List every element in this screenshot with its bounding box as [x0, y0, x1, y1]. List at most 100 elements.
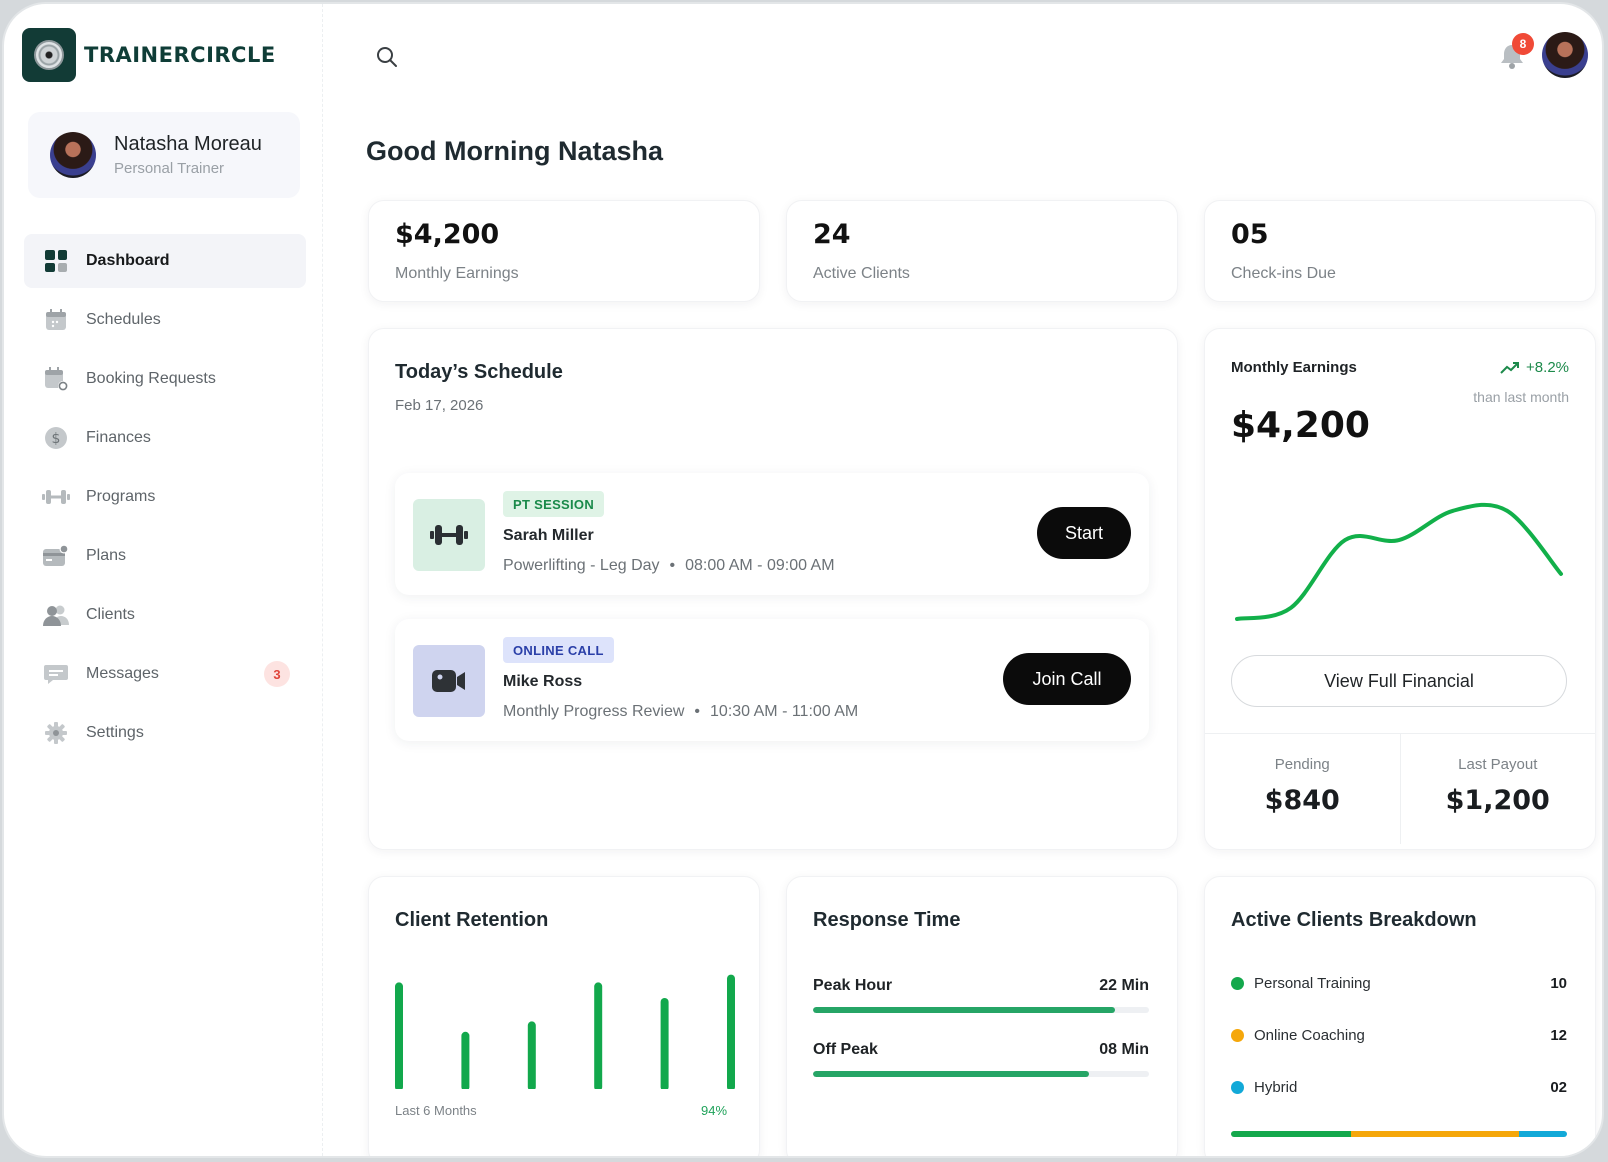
card-icon	[42, 542, 70, 570]
dollar-icon: $	[42, 424, 70, 452]
notification-badge: 8	[1512, 33, 1534, 55]
sidebar-item-settings[interactable]: Settings	[24, 706, 306, 760]
user-avatar[interactable]	[1542, 32, 1588, 78]
weight-plate-icon	[34, 40, 64, 70]
search-icon[interactable]	[376, 46, 398, 68]
response-progress	[813, 1007, 1149, 1013]
sidebar-item-label: Messages	[86, 665, 159, 682]
payout-value: $1,200	[1445, 785, 1550, 816]
last-payout-summary: Last Payout $1,200	[1399, 734, 1596, 844]
sidebar-item-label: Booking Requests	[86, 370, 216, 387]
session-item: PT SESSION Sarah Miller Powerlifting - L…	[395, 473, 1149, 595]
sidebar-item-label: Finances	[86, 429, 151, 446]
retention-title: Client Retention	[395, 909, 549, 931]
pending-summary: Pending $840	[1205, 734, 1400, 844]
response-label: Off Peak	[813, 1041, 878, 1058]
sidebar-item-label: Clients	[86, 606, 135, 623]
brand-logo[interactable]: TRAINERCIRCLE	[22, 28, 276, 82]
trend-up-icon	[1500, 361, 1520, 374]
schedule-card: Today’s Schedule Feb 17, 2026 PT SESSION…	[368, 328, 1178, 850]
earnings-value: $4,200	[1231, 405, 1370, 446]
breakdown-label: Online Coaching	[1254, 1027, 1365, 1044]
breakdown-segment	[1231, 1131, 1351, 1137]
profile-name: Natasha Moreau	[114, 133, 262, 155]
sidebar-item-label: Programs	[86, 488, 156, 505]
breakdown-label: Personal Training	[1254, 975, 1371, 992]
sidebar: TRAINERCIRCLE Natasha Moreau Personal Tr…	[4, 4, 323, 1156]
legend-dot	[1231, 1029, 1244, 1042]
sidebar-item-programs[interactable]: Programs	[24, 470, 306, 524]
dashboard-icon	[42, 247, 70, 275]
response-progress-fill	[813, 1007, 1116, 1013]
session-time: 10:30 AM - 11:00 AM	[710, 703, 859, 720]
legend-dot	[1231, 977, 1244, 990]
earnings-breakdown: Pending $840 Last Payout $1,200	[1205, 733, 1595, 844]
sidebar-item-finances[interactable]: $ Finances	[24, 411, 306, 465]
page-title: Good Morning Natasha	[366, 136, 663, 166]
breakdown-stacked-bar	[1231, 1131, 1567, 1137]
earnings-card: Monthly Earnings +8.2% than last month $…	[1204, 328, 1596, 850]
stat-label: Check-ins Due	[1231, 265, 1336, 282]
stat-value: 24	[813, 219, 851, 250]
response-value: 22 Min	[1099, 977, 1149, 994]
session-type-badge: ONLINE CALL	[503, 637, 614, 663]
session-type-badge: PT SESSION	[503, 491, 605, 517]
unread-badge: 3	[264, 661, 290, 687]
sidebar-item-schedules[interactable]: Schedules	[24, 293, 306, 347]
breakdown-title: Active Clients Breakdown	[1231, 909, 1477, 931]
sidebar-nav: Dashboard Schedules Booking Requests $ F…	[24, 234, 306, 765]
calendar-icon	[42, 306, 70, 334]
view-full-financial-button[interactable]: View Full Financial	[1231, 655, 1567, 707]
avatar	[50, 132, 96, 178]
session-item: ONLINE CALL Mike Ross Monthly Progress R…	[395, 619, 1149, 741]
message-icon	[42, 660, 70, 688]
response-label: Peak Hour	[813, 977, 893, 994]
breakdown-card: Active Clients Breakdown Personal Traini…	[1204, 876, 1596, 1156]
sidebar-item-clients[interactable]: Clients	[24, 588, 306, 642]
session-meta: Powerlifting - Leg Day • 08:00 AM - 09:00 …	[503, 557, 835, 574]
join-call-button[interactable]: Join Call	[1003, 653, 1131, 705]
breakdown-value: 10	[1550, 975, 1567, 992]
response-value: 08 Min	[1099, 1041, 1149, 1058]
sidebar-item-plans[interactable]: Plans	[24, 529, 306, 583]
schedule-title: Today’s Schedule	[395, 361, 563, 383]
session-client: Mike Ross	[503, 673, 583, 690]
retention-card: Client Retention Last 6 Months 94%	[368, 876, 760, 1156]
breakdown-value: 12	[1550, 1027, 1567, 1044]
earnings-title: Monthly Earnings	[1231, 359, 1357, 376]
session-client: Sarah Miller	[503, 527, 594, 544]
breakdown-label: Hybrid	[1254, 1079, 1298, 1096]
profile-role: Personal Trainer	[114, 160, 225, 177]
retention-bar-chart	[395, 974, 735, 1089]
users-icon	[42, 601, 70, 629]
response-row-peak: Peak Hour 22 Min	[813, 977, 1149, 1013]
svg-text:$: $	[52, 431, 61, 447]
earnings-series-line	[1235, 502, 1563, 621]
change-note: than last month	[1473, 389, 1569, 405]
response-progress-fill	[813, 1071, 1089, 1077]
app-window: TRAINERCIRCLE Natasha Moreau Personal Tr…	[2, 2, 1604, 1158]
sidebar-item-label: Plans	[86, 547, 127, 564]
sidebar-item-booking-requests[interactable]: Booking Requests	[24, 352, 306, 406]
retention-period: Last 6 Months	[395, 1103, 477, 1118]
sidebar-item-messages[interactable]: Messages 3	[24, 647, 306, 701]
sidebar-item-dashboard[interactable]: Dashboard	[24, 234, 306, 288]
video-camera-icon	[413, 645, 485, 717]
profile-card[interactable]: Natasha Moreau Personal Trainer	[28, 112, 300, 198]
change-value: +8.2%	[1526, 359, 1569, 376]
stat-value: 05	[1231, 219, 1269, 250]
breakdown-segment	[1350, 1131, 1519, 1137]
response-card: Response Time Peak Hour 22 Min Off Peak 08…	[786, 876, 1178, 1156]
gear-icon	[42, 719, 70, 747]
sidebar-item-label: Schedules	[86, 311, 161, 328]
earnings-line-chart	[1235, 502, 1563, 621]
brand-name: TRAINERCIRCLE	[84, 43, 276, 67]
legend-dot	[1231, 1081, 1244, 1094]
session-program: Monthly Progress Review	[503, 703, 685, 720]
session-meta: Monthly Progress Review • 10:30 AM - 11:00…	[503, 703, 859, 720]
start-button[interactable]: Start	[1037, 507, 1131, 559]
schedule-date: Feb 17, 2026	[395, 397, 484, 414]
earnings-change: +8.2%	[1500, 359, 1569, 376]
breakdown-value: 02	[1550, 1079, 1567, 1096]
pending-value: $840	[1264, 785, 1340, 816]
